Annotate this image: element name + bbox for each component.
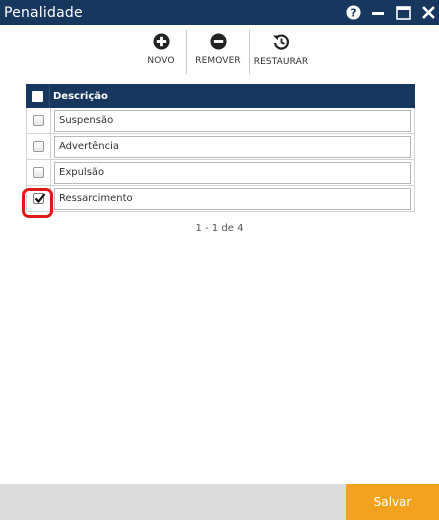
row-checkbox-checked[interactable] xyxy=(33,193,46,204)
new-button[interactable]: NOVO xyxy=(136,30,186,74)
row-checkbox-cell xyxy=(27,134,51,159)
restore-button-label: RESTAURAR xyxy=(253,57,309,67)
checkmark-icon xyxy=(34,193,46,204)
history-icon xyxy=(273,34,290,50)
table-row: Advertência xyxy=(26,134,415,160)
title-bar: Penalidade ? xyxy=(0,0,439,25)
new-button-label: NOVO xyxy=(147,56,175,66)
pagination-info: 1 - 1 de 4 xyxy=(195,223,244,234)
remove-button[interactable]: REMOVER xyxy=(187,30,249,74)
minimize-icon[interactable] xyxy=(367,0,389,25)
save-button[interactable]: Salvar xyxy=(346,484,439,520)
penalidade-window: Penalidade ? NOVO REMOVER RESTAURAR Desc… xyxy=(0,0,439,520)
footer-bar: Salvar xyxy=(0,484,439,520)
minus-circle-icon xyxy=(209,33,227,50)
penalty-grid: Descrição Suspensão Advertência Expulsão xyxy=(26,84,415,212)
description-field[interactable]: Ressarcimento xyxy=(54,187,411,210)
column-header-descricao[interactable]: Descrição xyxy=(53,91,108,102)
table-row: Ressarcimento xyxy=(26,186,415,212)
description-field[interactable]: Suspensão xyxy=(54,109,411,132)
table-row: Expulsão xyxy=(26,160,415,186)
row-checkbox[interactable] xyxy=(33,167,44,178)
table-row: Suspensão xyxy=(26,108,415,134)
select-all-cell xyxy=(26,84,50,108)
description-field[interactable]: Advertência xyxy=(54,135,411,158)
svg-text:?: ? xyxy=(350,7,356,19)
maximize-icon[interactable] xyxy=(392,0,414,25)
close-icon[interactable] xyxy=(417,0,439,25)
window-controls: ? xyxy=(339,0,439,25)
plus-circle-icon xyxy=(152,33,170,50)
window-title: Penalidade xyxy=(4,4,83,21)
select-all-checkbox[interactable] xyxy=(32,90,43,102)
remove-button-label: REMOVER xyxy=(195,56,241,66)
row-checkbox-cell xyxy=(27,186,51,211)
grid-header: Descrição xyxy=(26,84,415,108)
help-icon[interactable]: ? xyxy=(342,0,364,25)
row-checkbox[interactable] xyxy=(33,141,44,152)
row-checkbox-cell xyxy=(27,108,51,133)
row-checkbox-cell xyxy=(27,160,51,185)
restore-button[interactable]: RESTAURAR xyxy=(250,30,312,74)
row-checkbox[interactable] xyxy=(33,115,44,126)
description-field[interactable]: Expulsão xyxy=(54,161,411,184)
toolbar: NOVO REMOVER RESTAURAR xyxy=(136,30,312,74)
